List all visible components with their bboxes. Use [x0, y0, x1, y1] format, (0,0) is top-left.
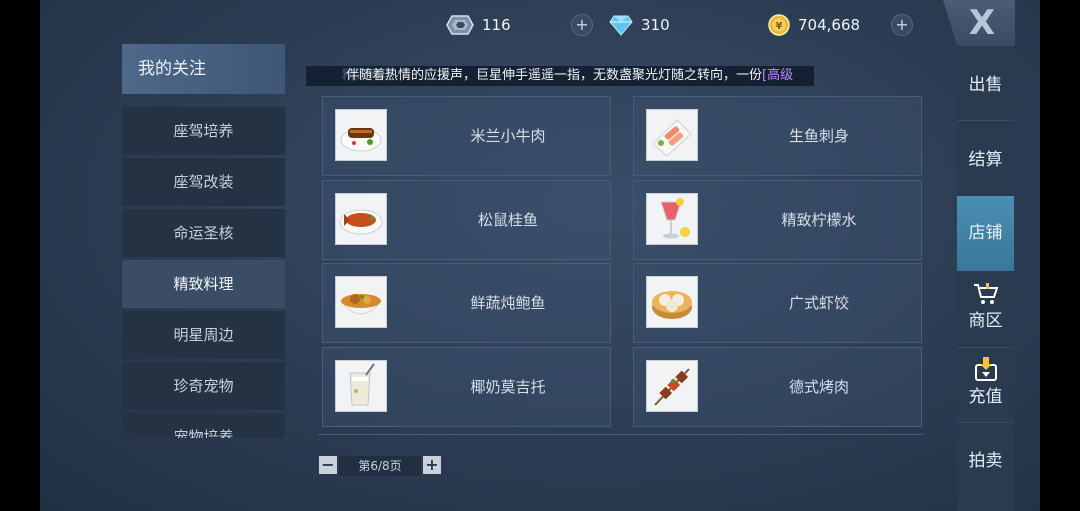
sashimi-icon	[646, 109, 698, 161]
category-item-vehicle-mod[interactable]: 座驾改装	[122, 158, 285, 206]
product-name: 生鱼刺身	[788, 127, 849, 145]
coin-counter: ¥ 704,668	[768, 12, 860, 38]
lemonade-icon	[646, 193, 698, 245]
announcement-marquee: 精致料理 伴随着热情的应援声，巨星伸手遥遥一指，无数盏聚光灯随之转向，一份[高级	[306, 66, 814, 86]
product-name: 广式虾饺	[788, 294, 849, 312]
nav-divider	[957, 120, 1014, 121]
product-name: 精致柠檬水	[781, 211, 857, 229]
mojito-icon	[335, 360, 387, 412]
add-coin-button[interactable]: +	[891, 14, 913, 36]
category-item-vehicle-training[interactable]: 座驾培养	[122, 107, 285, 155]
cart-icon	[973, 283, 998, 304]
nav-recharge[interactable]: 充值	[957, 356, 1014, 418]
nav-sell[interactable]: 出售	[957, 60, 1014, 110]
product-card[interactable]: 广式虾饺	[633, 263, 922, 343]
shrimp-dumpling-icon	[646, 276, 698, 328]
product-name: 椰奶莫吉托	[470, 378, 546, 396]
category-item-fine-cuisine[interactable]: 精致料理	[122, 260, 285, 308]
coin-icon: ¥	[768, 14, 790, 36]
nav-auction[interactable]: 拍卖	[957, 436, 1014, 486]
nav-market-label: 商区	[968, 311, 1003, 331]
marquee-highlight: [高级	[762, 68, 794, 83]
crystal-value: 116	[482, 16, 511, 34]
category-item-rare-pets[interactable]: 珍奇宠物	[122, 362, 285, 410]
nav-shop[interactable]: 店铺	[957, 196, 1014, 271]
crystal-counter: 116	[446, 12, 511, 38]
nav-divider	[957, 422, 1014, 423]
coin-value: 704,668	[798, 16, 861, 34]
squirrel-fish-icon	[335, 193, 387, 245]
product-name: 米兰小牛肉	[470, 127, 546, 145]
next-page-button[interactable]: +	[423, 456, 441, 474]
product-card[interactable]: 松鼠桂鱼	[322, 180, 611, 260]
bbq-skewer-icon	[646, 360, 698, 412]
product-card[interactable]: 椰奶莫吉托	[322, 347, 611, 427]
diamond-value: 310	[641, 16, 670, 34]
abalone-stew-icon	[335, 276, 387, 328]
product-card[interactable]: 精致柠檬水	[633, 180, 922, 260]
crystal-icon	[446, 15, 474, 35]
category-item-star-merch[interactable]: 明星周边	[122, 311, 285, 359]
recharge-icon	[974, 357, 997, 381]
product-name: 鲜蔬炖鲍鱼	[470, 294, 546, 312]
page-indicator: 第6/8页	[339, 456, 421, 476]
product-card[interactable]: 鲜蔬炖鲍鱼	[322, 263, 611, 343]
favorites-header[interactable]: 我的关注	[122, 44, 285, 94]
game-shop-screen: 116 + 310 ¥ 704,668 + X 我的关注 座驾培养 座驾改装 命…	[0, 0, 1080, 511]
marquee-text: 伴随着热情的应援声，巨星伸手遥遥一指，无数盏聚光灯随之转向，一份	[346, 68, 763, 83]
category-item-destiny-core[interactable]: 命运圣核	[122, 209, 285, 257]
add-crystal-button[interactable]: +	[571, 14, 593, 36]
diamond-counter: 310	[609, 12, 670, 38]
nav-market[interactable]: 商区	[957, 282, 1014, 344]
product-name: 松鼠桂鱼	[477, 211, 538, 229]
category-item-pet-training[interactable]: 宠物培养	[122, 413, 285, 438]
nav-divider	[957, 347, 1014, 348]
product-card[interactable]: 德式烤肉	[633, 347, 922, 427]
product-name: 德式烤肉	[788, 378, 849, 396]
product-card[interactable]: 生鱼刺身	[633, 96, 922, 176]
svg-text:¥: ¥	[776, 21, 783, 32]
pager-divider	[318, 434, 924, 435]
product-card[interactable]: 米兰小牛肉	[322, 96, 611, 176]
nav-recharge-label: 充值	[968, 387, 1003, 407]
nav-settlement[interactable]: 结算	[957, 135, 1014, 185]
diamond-icon	[609, 15, 633, 36]
grilled-veal-icon	[335, 109, 387, 161]
prev-page-button[interactable]: −	[319, 456, 337, 474]
